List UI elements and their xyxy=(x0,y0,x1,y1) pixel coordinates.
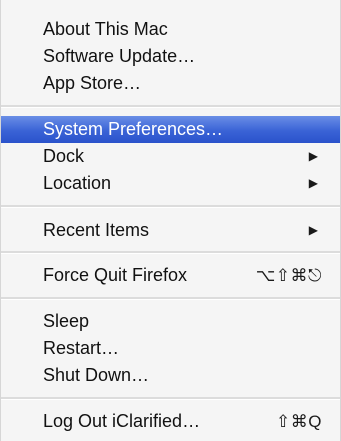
menu-divider xyxy=(1,297,340,300)
menu-item-app-store[interactable]: App Store… xyxy=(1,70,340,97)
menu-item-log-out[interactable]: Log Out iClarified… ⇧⌘Q xyxy=(1,408,340,435)
menu-item-system-preferences[interactable]: System Preferences… xyxy=(1,116,340,143)
menu-item-label: System Preferences… xyxy=(43,119,224,139)
menu-item-label: Dock xyxy=(43,146,85,166)
submenu-arrow-icon: ▶ xyxy=(308,176,318,190)
apple-menu: About This Mac Software Update… App Stor… xyxy=(0,0,341,441)
menu-item-shut-down[interactable]: Shut Down… xyxy=(1,362,340,389)
menu-item-label: Sleep xyxy=(43,311,90,331)
menu-item-label: Shut Down… xyxy=(43,365,150,385)
submenu-arrow-icon: ▶ xyxy=(308,149,318,163)
keyboard-shortcut: ⇧⌘Q xyxy=(276,412,322,431)
menu-divider xyxy=(1,251,340,254)
menu-item-software-update[interactable]: Software Update… xyxy=(1,43,340,70)
menu-item-about[interactable]: About This Mac xyxy=(1,16,340,43)
menu-item-restart[interactable]: Restart… xyxy=(1,335,340,362)
menu-item-label: Restart… xyxy=(43,338,120,358)
menu-divider xyxy=(1,205,340,208)
menu-divider xyxy=(1,397,340,400)
keyboard-shortcut: ⌥⇧⌘⎋ xyxy=(255,266,322,285)
menu-item-label: About This Mac xyxy=(43,19,168,39)
menu-item-label: Software Update… xyxy=(43,46,196,66)
menu-divider xyxy=(1,105,340,108)
menu-item-recent-items[interactable]: Recent Items ▶ xyxy=(1,217,340,244)
menu-item-sleep[interactable]: Sleep xyxy=(1,308,340,335)
menu-item-label: Location xyxy=(43,173,112,193)
menu-item-label: Recent Items xyxy=(43,220,150,240)
menu-item-label: App Store… xyxy=(43,73,142,93)
menu-item-label: Force Quit Firefox xyxy=(43,265,188,285)
menu-item-location[interactable]: Location ▶ xyxy=(1,170,340,197)
menu-item-dock[interactable]: Dock ▶ xyxy=(1,143,340,170)
menu-item-label: Log Out iClarified… xyxy=(43,411,201,431)
submenu-arrow-icon: ▶ xyxy=(308,223,318,237)
menu-item-force-quit[interactable]: Force Quit Firefox ⌥⇧⌘⎋ xyxy=(1,262,340,289)
